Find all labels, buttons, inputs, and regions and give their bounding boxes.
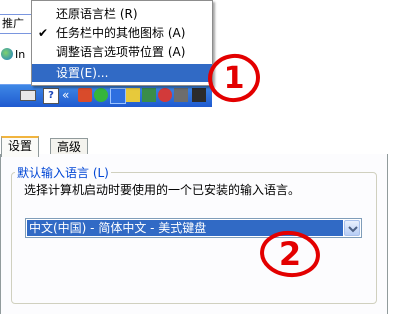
annotation-step-2-label: 2 — [279, 235, 301, 273]
text-services-dialog: 设置 高级 默认输入语言 (L) 选择计算机启动时要使用的一个已安装的输入语言。… — [0, 126, 408, 314]
menu-item-restore-language-bar[interactable]: 还原语言栏 (R) — [32, 5, 212, 23]
tab-strip: 设置 高级 — [0, 136, 386, 157]
tray-icon[interactable] — [94, 88, 108, 102]
chevron-icon[interactable]: « — [62, 88, 76, 102]
help-icon[interactable]: ? — [43, 88, 59, 104]
annotation-step-1-label: 1 — [224, 61, 245, 96]
group-description: 选择计算机启动时要使用的一个已安装的输入语言。 — [24, 183, 301, 197]
tray-icon[interactable] — [78, 88, 92, 102]
globe-icon — [1, 48, 13, 60]
menu-item-label: 设置(E)... — [56, 66, 109, 80]
checkmark-icon: ✔ — [38, 26, 49, 40]
annotation-step-1: 1 — [208, 53, 260, 103]
tray-icon[interactable] — [142, 88, 156, 102]
address-text-fragment: In — [15, 48, 26, 61]
menu-item-label: 调整语言选项带位置 (A) — [56, 45, 186, 59]
chevron-down-icon — [348, 226, 358, 233]
tray-icon[interactable] — [192, 88, 206, 102]
browser-tab-fragment[interactable]: 推广 — [0, 14, 33, 34]
tray-icon[interactable] — [110, 88, 126, 104]
tray-icon[interactable] — [158, 88, 172, 102]
tray-icon[interactable] — [126, 88, 140, 102]
menu-item-label: 还原语言栏 (R) — [56, 7, 138, 21]
menu-item-additional-taskbar-icons[interactable]: ✔ 任务栏中的其他图标 (A) — [32, 24, 212, 42]
group-title: 默认输入语言 (L) — [15, 166, 111, 180]
annotation-step-2: 2 — [260, 230, 320, 278]
tray-icon[interactable] — [174, 88, 188, 102]
tab-settings[interactable]: 设置 — [1, 136, 40, 157]
dropdown-button[interactable] — [344, 220, 360, 236]
language-bar-context-menu: 还原语言栏 (R) ✔ 任务栏中的其他图标 (A) 调整语言选项带位置 (A) … — [31, 0, 213, 86]
menu-item-label: 任务栏中的其他图标 (A) — [56, 26, 186, 40]
menu-item-adjust-language-band-position[interactable]: 调整语言选项带位置 (A) — [32, 43, 212, 61]
settings-tab-panel: 默认输入语言 (L) 选择计算机启动时要使用的一个已安装的输入语言。 中文(中国… — [0, 154, 388, 314]
menu-item-settings[interactable]: 设置(E)... — [32, 64, 212, 82]
keyboard-icon[interactable] — [20, 90, 36, 101]
